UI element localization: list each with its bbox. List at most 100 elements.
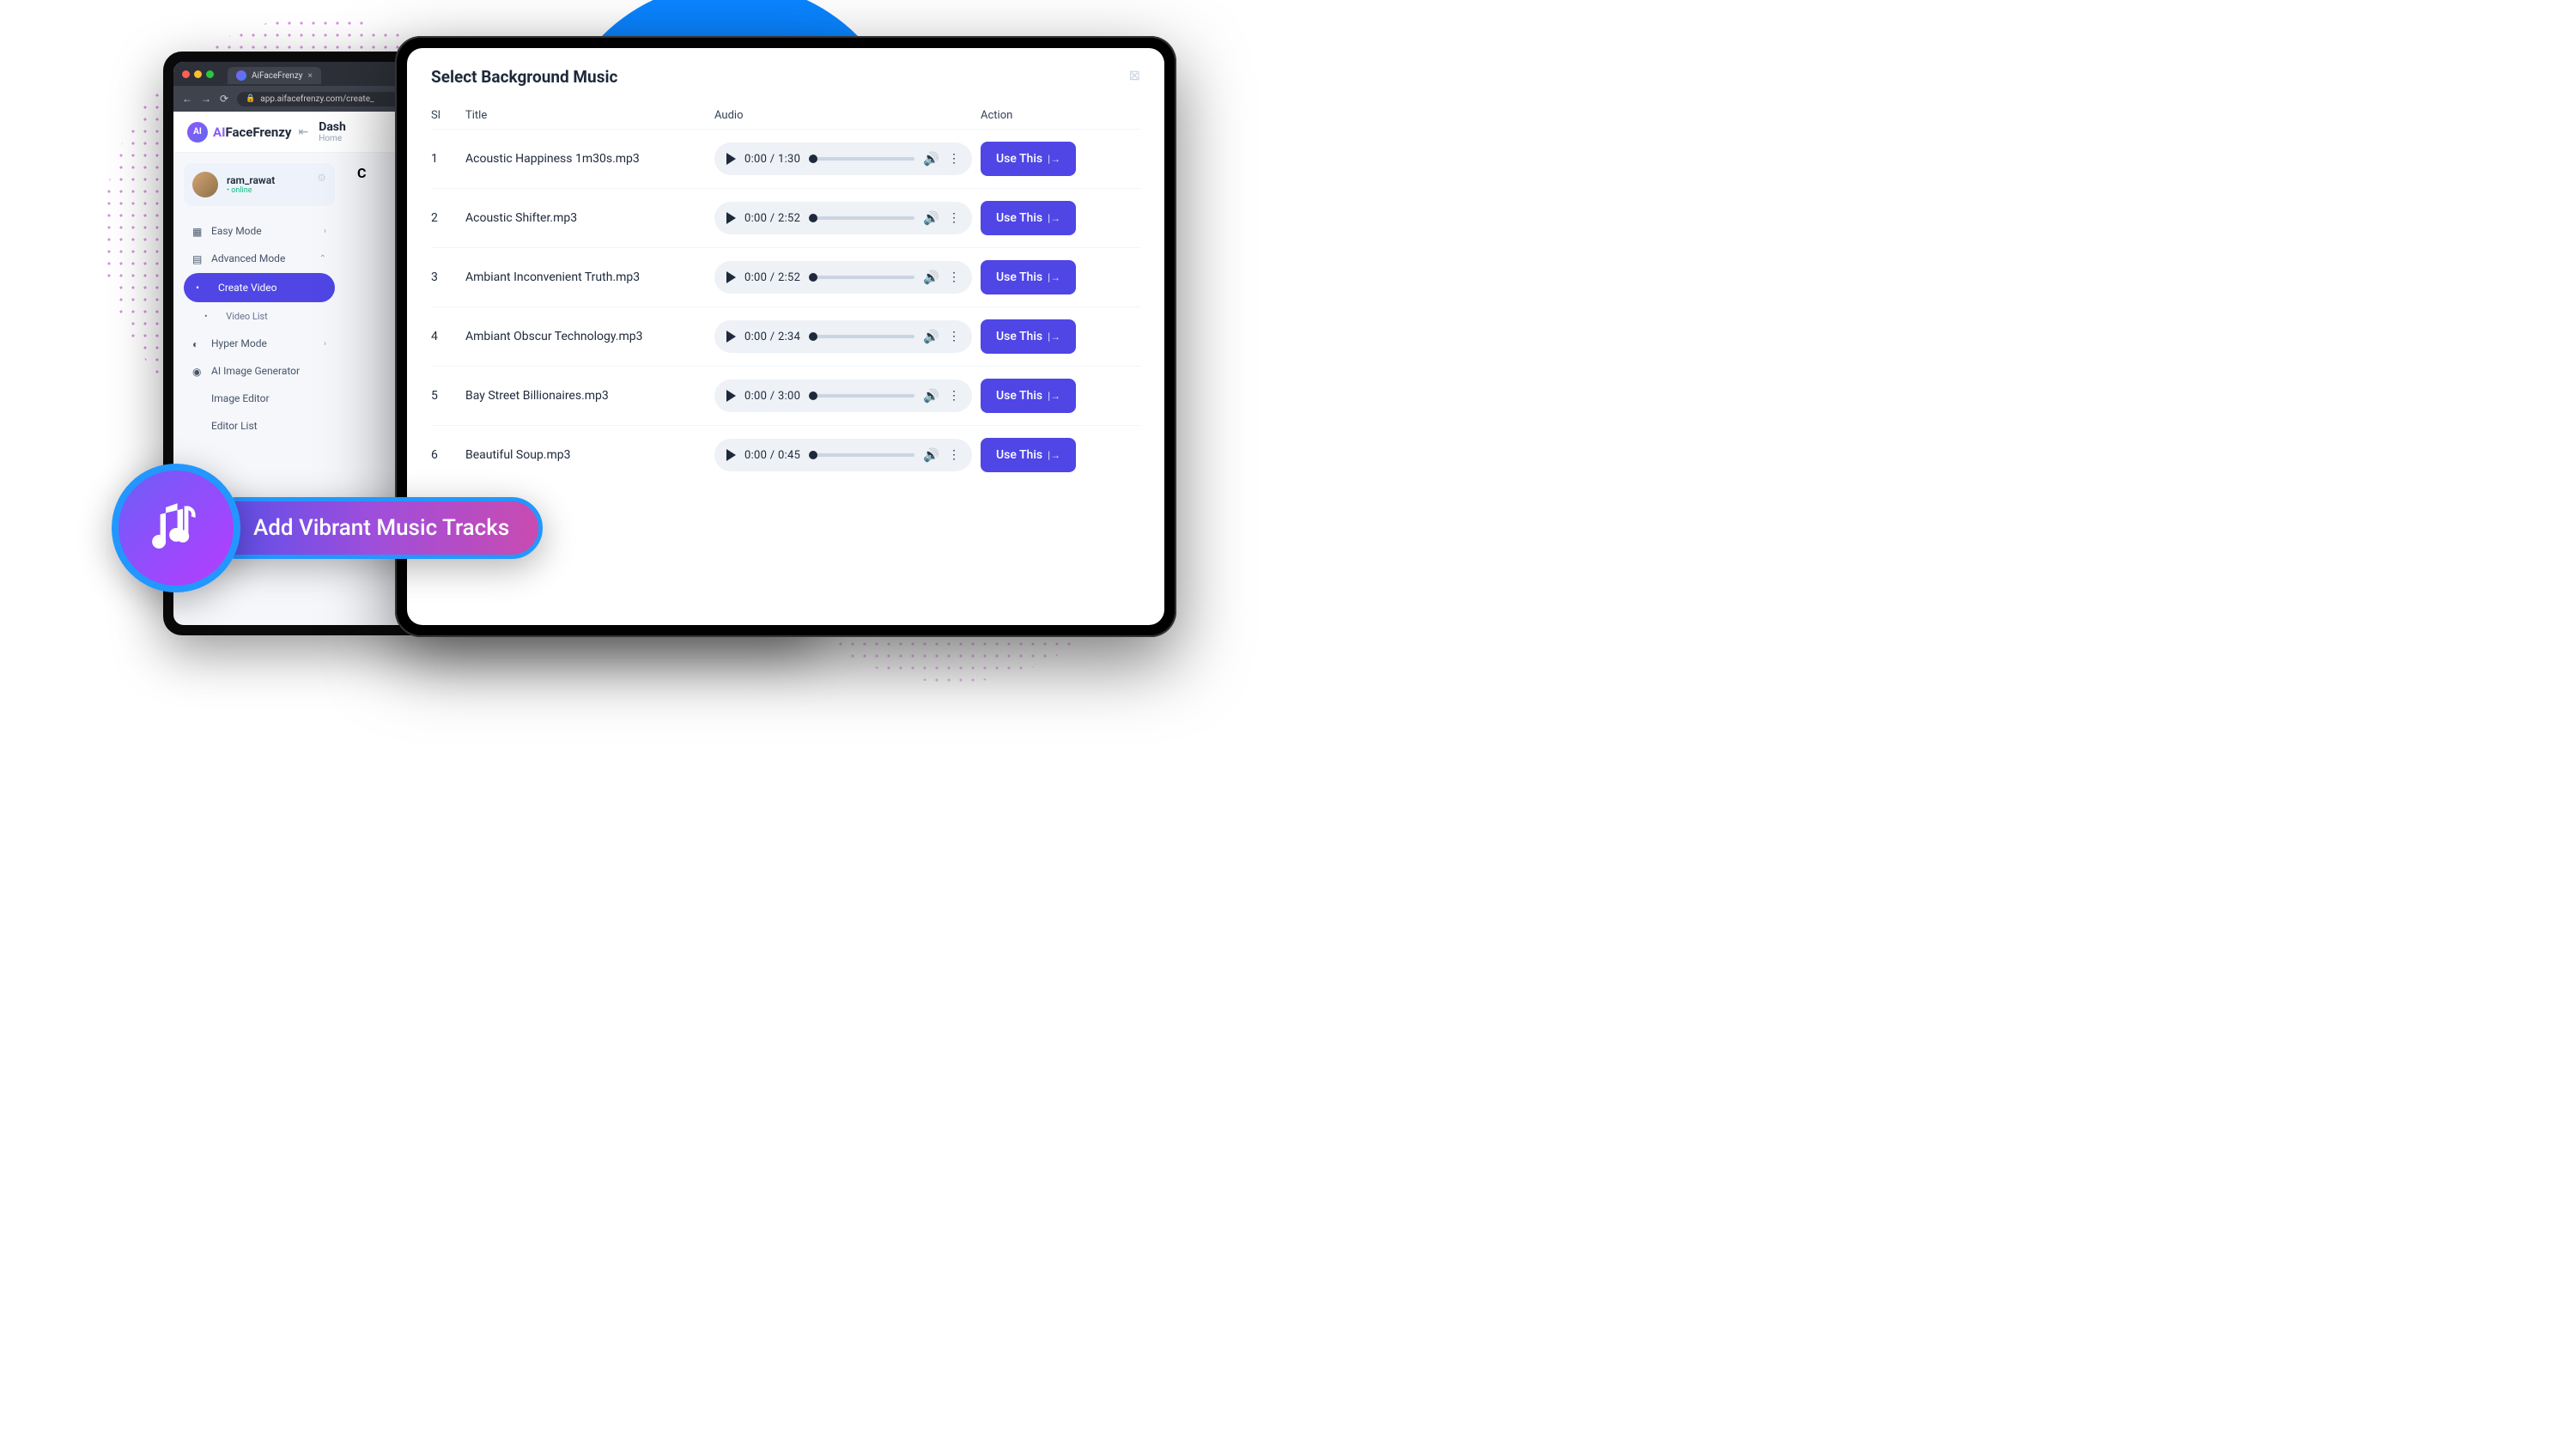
arrow-right-icon: |→ [1048, 271, 1060, 283]
chevron-right-icon: › [324, 227, 326, 236]
nav-label: Hyper Mode [211, 337, 267, 349]
track-sl: 2 [431, 211, 465, 225]
forward-icon[interactable]: → [201, 93, 211, 105]
time-display: 0:00 / 0:45 [744, 449, 800, 462]
volume-icon[interactable]: 🔊 [923, 151, 939, 167]
arrow-right-icon: |→ [1048, 153, 1060, 165]
sidebar-item-hyper-mode[interactable]: ◐ Hyper Mode › [184, 331, 335, 356]
seekbar[interactable] [809, 394, 914, 398]
track-title: Bay Street Billionaires.mp3 [465, 389, 714, 403]
time-display: 0:00 / 2:34 [744, 331, 800, 343]
use-this-button[interactable]: Use This |→ [981, 260, 1076, 294]
arrow-right-icon: |→ [1048, 212, 1060, 224]
lock-icon: 🔒 [246, 94, 255, 103]
audio-player[interactable]: 0:00 / 1:30 🔊 ⋮ [714, 143, 972, 175]
audio-player[interactable]: 0:00 / 2:34 🔊 ⋮ [714, 320, 972, 353]
sidebar-item-easy-mode[interactable]: ▦Easy Mode › [184, 218, 335, 244]
close-icon[interactable]: ⊠ [1129, 67, 1140, 83]
track-title: Acoustic Happiness 1m30s.mp3 [465, 152, 714, 166]
use-this-button[interactable]: Use This |→ [981, 201, 1076, 235]
menu-dots-icon[interactable]: ⋮ [948, 152, 960, 166]
modal-title: Select Background Music [431, 67, 1140, 87]
seekbar[interactable] [809, 335, 914, 338]
volume-icon[interactable]: 🔊 [923, 329, 939, 344]
volume-icon[interactable]: 🔊 [923, 210, 939, 226]
arrow-right-icon: |→ [1048, 449, 1060, 461]
chevron-up-icon: ⌃ [319, 254, 326, 264]
arrow-right-icon: |→ [1048, 331, 1060, 343]
volume-icon[interactable]: 🔊 [923, 388, 939, 404]
nav-label: Editor List [211, 420, 258, 432]
use-this-button[interactable]: Use This |→ [981, 438, 1076, 472]
track-sl: 4 [431, 330, 465, 343]
play-icon[interactable] [726, 153, 736, 165]
page-title: Dash [319, 120, 346, 134]
user-card[interactable]: ram_rawat • online ⚙ [184, 163, 335, 206]
audio-player[interactable]: 0:00 / 2:52 🔊 ⋮ [714, 202, 972, 234]
time-display: 0:00 / 2:52 [744, 271, 800, 284]
maximize-window-icon[interactable] [206, 70, 214, 78]
chevron-right-icon: › [324, 339, 326, 349]
sidebar-item-editor-list[interactable]: Editor List [184, 413, 335, 439]
sidebar-item-ai-image-generator[interactable]: ◉AI Image Generator [184, 358, 335, 384]
menu-dots-icon[interactable]: ⋮ [948, 211, 960, 225]
volume-icon[interactable]: 🔊 [923, 270, 939, 285]
seekbar[interactable] [809, 276, 914, 279]
use-this-button[interactable]: Use This |→ [981, 379, 1076, 413]
menu-dots-icon[interactable]: ⋮ [948, 330, 960, 343]
layout-icon: ▤ [192, 253, 204, 264]
column-title: Title [465, 109, 714, 122]
play-icon[interactable] [726, 212, 736, 224]
promo-badge-text: Add Vibrant Music Tracks [206, 497, 543, 559]
seekbar[interactable] [809, 157, 914, 161]
sidebar-item-image-editor[interactable]: Image Editor [184, 386, 335, 411]
promo-badge: Add Vibrant Music Tracks [112, 464, 543, 592]
user-status: • online [227, 186, 275, 195]
bullet-icon: • [196, 282, 199, 294]
browser-tab[interactable]: AiFaceFrenzy × [228, 67, 321, 84]
nav-label: Image Editor [211, 392, 270, 404]
music-table: Sl Title Audio Action 1 Acoustic Happine… [431, 102, 1140, 484]
app-logo[interactable]: AI AIFaceFrenzy ⇤ [187, 122, 308, 143]
gear-icon[interactable]: ⚙ [317, 172, 326, 184]
nav-label: AI Image Generator [211, 365, 300, 377]
sidebar-item-create-video[interactable]: • Create Video [184, 273, 335, 302]
play-icon[interactable] [726, 390, 736, 402]
sidebar-collapse-icon[interactable]: ⇤ [298, 125, 308, 139]
use-this-button[interactable]: Use This |→ [981, 319, 1076, 354]
track-title: Ambiant Inconvenient Truth.mp3 [465, 270, 714, 284]
time-display: 0:00 / 3:00 [744, 390, 800, 403]
play-icon[interactable] [726, 271, 736, 283]
minimize-window-icon[interactable] [194, 70, 202, 78]
back-icon[interactable]: ← [182, 93, 192, 105]
music-notes-icon [142, 494, 210, 562]
menu-dots-icon[interactable]: ⋮ [948, 270, 960, 284]
volume-icon[interactable]: 🔊 [923, 447, 939, 463]
sidebar-item-video-list[interactable]: • Video List [184, 304, 335, 329]
menu-dots-icon[interactable]: ⋮ [948, 448, 960, 462]
user-name: ram_rawat [227, 174, 275, 186]
tab-close-icon[interactable]: × [308, 71, 313, 81]
table-row: 4 Ambiant Obscur Technology.mp3 0:00 / 2… [431, 307, 1140, 366]
edit-icon [192, 393, 204, 404]
seekbar[interactable] [809, 453, 914, 457]
sidebar-item-advanced-mode[interactable]: ▤Advanced Mode ⌃ [184, 246, 335, 271]
column-sl: Sl [431, 109, 465, 122]
audio-player[interactable]: 0:00 / 0:45 🔊 ⋮ [714, 439, 972, 471]
tab-favicon-icon [236, 70, 246, 81]
column-action: Action [981, 109, 1135, 122]
audio-player[interactable]: 0:00 / 2:52 🔊 ⋮ [714, 261, 972, 294]
close-window-icon[interactable] [182, 70, 190, 78]
logo-text-rest: FaceFrenzy [225, 124, 291, 140]
track-sl: 6 [431, 448, 465, 462]
list-icon [192, 421, 204, 431]
play-icon[interactable] [726, 331, 736, 343]
sparkle-icon: ◐ [192, 338, 204, 349]
reload-icon[interactable]: ⟳ [220, 93, 228, 105]
seekbar[interactable] [809, 216, 914, 220]
audio-player[interactable]: 0:00 / 3:00 🔊 ⋮ [714, 379, 972, 412]
play-icon[interactable] [726, 449, 736, 461]
use-this-button[interactable]: Use This |→ [981, 142, 1076, 176]
track-title: Beautiful Soup.mp3 [465, 448, 714, 462]
menu-dots-icon[interactable]: ⋮ [948, 389, 960, 403]
